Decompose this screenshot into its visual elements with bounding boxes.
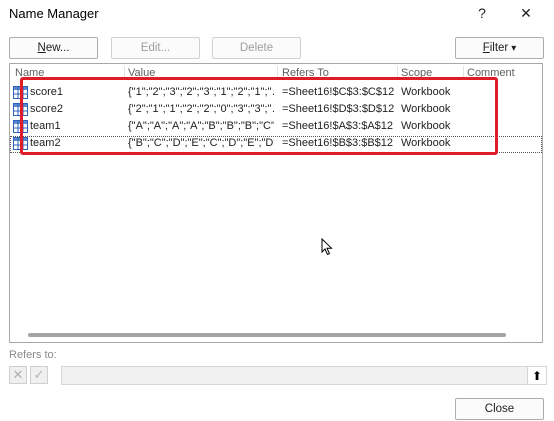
help-icon[interactable]: ?	[468, 0, 496, 26]
defined-name-icon	[13, 137, 28, 150]
scope-cell: Workbook	[401, 137, 451, 149]
collapse-dialog-icon[interactable]: ⬆	[527, 367, 546, 384]
column-header-scope[interactable]: Scope	[401, 67, 432, 79]
scope-cell: Workbook	[401, 103, 451, 115]
new-button-label: ew...	[45, 42, 70, 54]
new-button-accesskey: N	[37, 42, 46, 54]
delete-button-label: Delete	[239, 42, 274, 54]
column-divider	[397, 66, 398, 80]
filter-button-label: ilter	[489, 42, 509, 54]
confirm-icon[interactable]: ✓	[30, 366, 48, 384]
column-divider	[463, 66, 464, 80]
defined-name-icon	[13, 103, 28, 116]
column-divider	[277, 66, 278, 80]
column-header-value[interactable]: Value	[128, 67, 155, 79]
table-row-focused[interactable]: team2 {"B";"C";"D";"E";"C";"D";"E";"D"… …	[10, 136, 542, 153]
filter-button-accesskey: F	[482, 42, 490, 54]
new-button[interactable]: New...	[9, 37, 98, 59]
close-button[interactable]: Close	[455, 398, 544, 420]
close-button-label: Close	[484, 403, 515, 415]
value-cell: {"A";"A";"A";"A";"B";"B";"B";"C";…	[128, 120, 274, 132]
refers-to-label: Refers to:	[9, 349, 57, 361]
refers-to-cell: =Sheet16!$A$3:$A$12	[282, 120, 394, 132]
table-row[interactable]: team1 {"A";"A";"A";"A";"B";"B";"B";"C";……	[10, 119, 542, 136]
table-row[interactable]: score2 {"2";"1";"1";"2";"2";"0";"3";"3";…	[10, 102, 542, 119]
scope-cell: Workbook	[401, 86, 451, 98]
refers-to-cell: =Sheet16!$D$3:$D$12	[282, 103, 395, 115]
mouse-cursor-icon	[321, 238, 333, 256]
name-cell: score2	[30, 103, 64, 115]
scope-cell: Workbook	[401, 120, 451, 132]
filter-caret-icon: ▾	[511, 42, 517, 54]
horizontal-scrollbar[interactable]	[28, 333, 506, 337]
filter-button[interactable]: Filter ▾	[455, 37, 544, 59]
names-list[interactable]: Name Value Refers To Scope Comment score…	[9, 63, 543, 343]
defined-name-icon	[13, 120, 28, 133]
close-icon[interactable]: ✕	[512, 0, 540, 26]
column-header-comment[interactable]: Comment	[467, 67, 515, 79]
edit-button-label: Edit...	[140, 42, 171, 54]
column-header-refers-to[interactable]: Refers To	[282, 67, 329, 79]
refers-to-cell: =Sheet16!$B$3:$B$12	[282, 137, 394, 149]
name-cell: score1	[30, 86, 64, 98]
name-cell: team1	[30, 120, 61, 132]
cancel-icon[interactable]: ✕	[9, 366, 27, 384]
refers-to-cell: =Sheet16!$C$3:$C$12	[282, 86, 395, 98]
window-title: Name Manager	[9, 6, 99, 21]
value-cell: {"B";"C";"D";"E";"C";"D";"E";"D"…	[128, 137, 274, 149]
edit-button[interactable]: Edit...	[111, 37, 200, 59]
value-cell: {"2";"1";"1";"2";"2";"0";"3";"3";"…	[128, 103, 274, 115]
column-header-name[interactable]: Name	[15, 67, 44, 79]
column-divider	[124, 66, 125, 80]
defined-name-icon	[13, 86, 28, 99]
refers-to-input[interactable]: ⬆	[61, 366, 547, 385]
table-row[interactable]: score1 {"1";"2";"3";"2";"3";"1";"2";"1";…	[10, 85, 542, 102]
value-cell: {"1";"2";"3";"2";"3";"1";"2";"1";"…	[128, 86, 274, 98]
delete-button[interactable]: Delete	[212, 37, 301, 59]
name-cell: team2	[30, 137, 61, 149]
